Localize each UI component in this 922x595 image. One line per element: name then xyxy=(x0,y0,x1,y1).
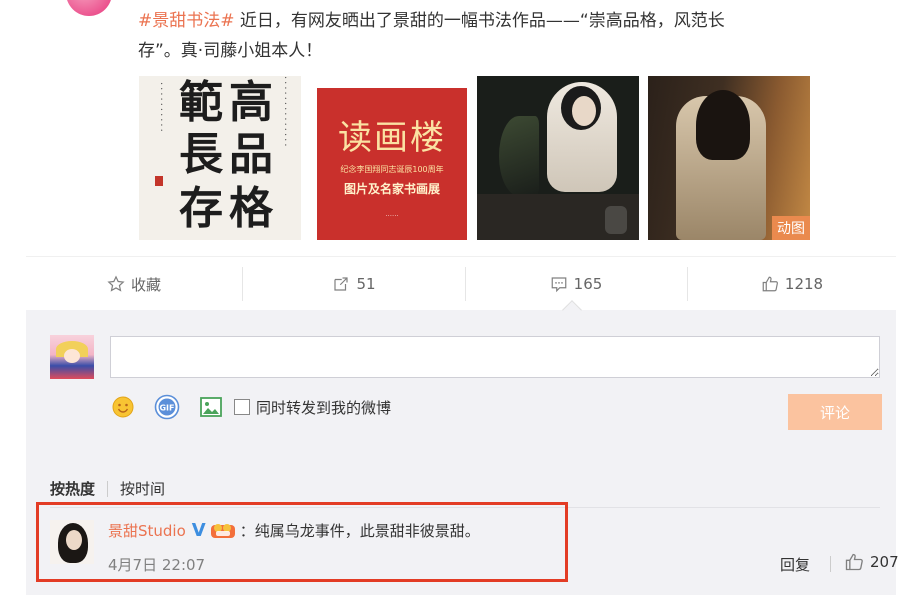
submit-comment-button[interactable]: 评论 xyxy=(788,394,882,430)
post-text-line1: 近日，有网友晒出了景甜的一幅书法作品——“崇高品格，风范长 xyxy=(234,11,725,31)
post-text-line2: 存”。真·司藤小姐本人！ xyxy=(138,41,323,61)
repost-button[interactable]: 51 xyxy=(244,257,464,311)
gif-icon[interactable]: GIF xyxy=(154,394,180,420)
photo-face xyxy=(572,96,596,126)
callig-inscription-right: ·············· xyxy=(279,76,290,149)
image-icon[interactable] xyxy=(198,394,224,420)
action-bar: 收藏 51 165 1218 xyxy=(26,256,896,310)
poster-subtitle2: 图片及名家书画展 xyxy=(343,182,440,196)
photo-plant xyxy=(499,116,539,196)
reply-button[interactable]: 回复 xyxy=(780,554,810,575)
comment-like-count: 207 xyxy=(870,553,899,571)
red-poster: 读画楼 纪念李国翔同志诞辰100周年 图片及名家书画展 ······ xyxy=(317,88,467,240)
thumbnail-photo-writing[interactable] xyxy=(477,76,639,240)
post-text: #景甜书法# 近日，有网友晒出了景甜的一幅书法作品——“崇高品格，风范长 存”。… xyxy=(138,6,858,66)
comment-count: 165 xyxy=(573,275,603,293)
callig-char: 範 xyxy=(179,77,223,128)
highlight-box xyxy=(36,502,568,582)
emoji-icon[interactable] xyxy=(110,394,136,420)
thumbs-up-icon xyxy=(844,552,864,572)
star-icon xyxy=(107,275,125,293)
repost-checkbox[interactable] xyxy=(234,399,250,415)
repost-icon xyxy=(332,275,350,293)
sort-separator xyxy=(107,480,109,497)
my-avatar[interactable] xyxy=(50,335,94,379)
poster-title: 读画楼 xyxy=(338,118,446,158)
favorite-label: 收藏 xyxy=(130,275,161,294)
reply-separator xyxy=(830,556,831,572)
callig-char: 長 xyxy=(179,129,223,180)
sort-bar: 按热度 按时间 xyxy=(50,478,165,499)
animated-badge: 动图 xyxy=(772,216,810,240)
thumbnail-gif[interactable]: 动图 xyxy=(648,76,810,240)
callig-char: 存 xyxy=(179,183,223,234)
callig-char: 高 xyxy=(229,77,273,128)
thumbnail-poster[interactable]: 读画楼 纪念李国翔同志诞辰100周年 图片及名家书画展 ······ xyxy=(309,76,471,240)
repost-count: 51 xyxy=(356,275,376,293)
callig-char: 格 xyxy=(229,183,273,234)
action-separator xyxy=(242,267,243,301)
svg-text:GIF: GIF xyxy=(159,404,174,413)
comment-button[interactable]: 165 xyxy=(466,257,686,311)
composer-tools: GIF 同时转发到我的微博 xyxy=(110,394,391,420)
like-button[interactable]: 1218 xyxy=(688,257,896,311)
thumbnail-calligraphy[interactable]: 範 長 存 高 品 格 ·········· ·············· xyxy=(139,76,301,240)
comment-like-button[interactable]: 207 xyxy=(844,552,899,572)
poster-avatar[interactable] xyxy=(66,0,112,16)
callig-char: 品 xyxy=(229,129,273,180)
poster-subtitle: 纪念李国翔同志诞辰100周年 xyxy=(340,165,444,174)
comment-icon xyxy=(550,275,568,293)
red-seal xyxy=(155,176,163,186)
thumbs-up-icon xyxy=(761,275,779,293)
favorite-button[interactable]: 收藏 xyxy=(26,257,242,311)
comment-input[interactable] xyxy=(110,336,880,378)
callig-inscription-left: ·········· xyxy=(155,82,166,134)
hashtag-link[interactable]: #景甜书法# xyxy=(138,11,235,31)
poster-footer: ······ xyxy=(385,212,399,220)
repost-checkbox-label: 同时转发到我的微博 xyxy=(256,398,392,417)
photo-vase xyxy=(605,206,627,234)
like-count: 1218 xyxy=(784,275,824,293)
sort-by-hot[interactable]: 按热度 xyxy=(50,478,95,499)
my-avatar-face xyxy=(64,349,80,363)
sort-by-time[interactable]: 按时间 xyxy=(120,478,165,499)
gif-hair xyxy=(696,90,750,160)
